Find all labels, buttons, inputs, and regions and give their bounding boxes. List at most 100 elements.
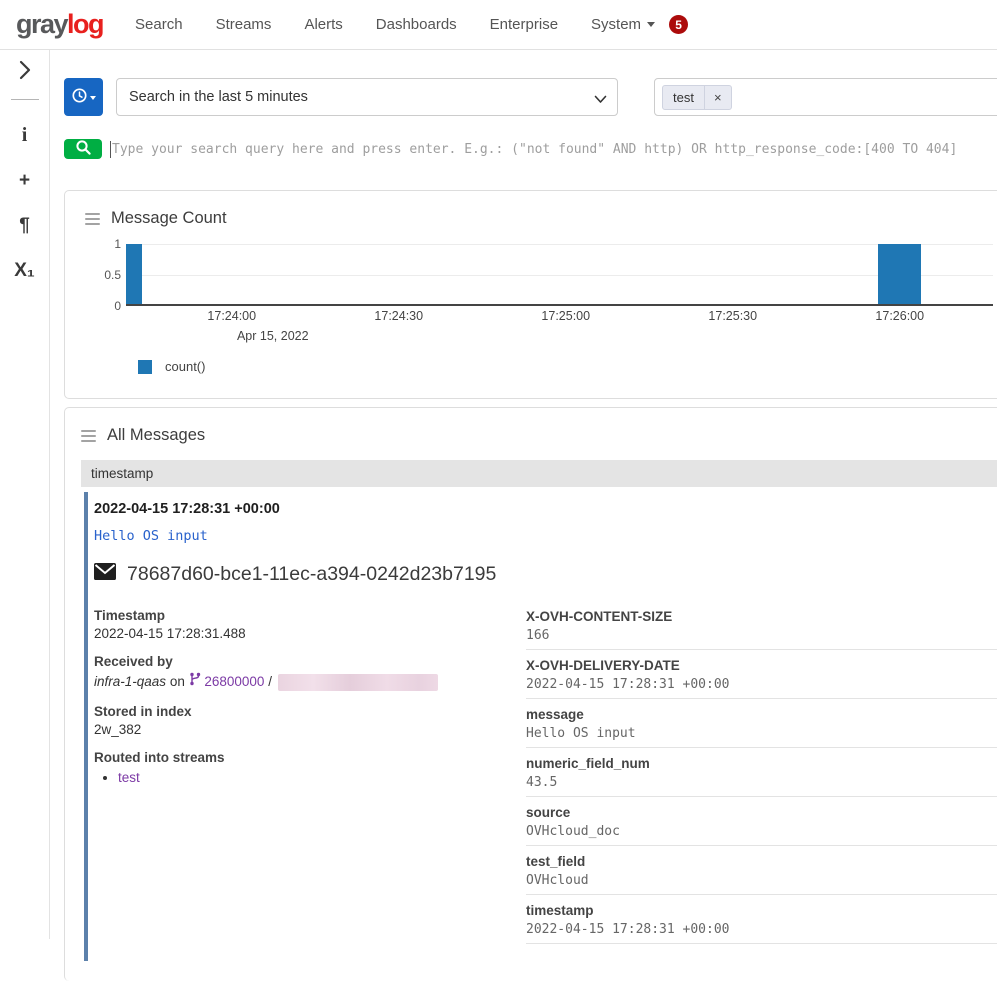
nav-item-dashboards[interactable]: Dashboards: [376, 16, 457, 33]
y-tick-label: 0: [114, 299, 121, 313]
x-tick-label: 17:25:30: [708, 309, 757, 323]
field-value: OVHcloud: [526, 872, 997, 889]
column-header-timestamp[interactable]: timestamp: [81, 460, 997, 487]
timerange-select[interactable]: Search in the last 5 minutes: [116, 78, 618, 116]
gridline: [126, 275, 993, 276]
bar-17:23:40: [126, 244, 142, 304]
message-field-X-OVH-CONTENT-SIZE: X-OVH-CONTENT-SIZE 166: [526, 608, 997, 650]
clock-icon: [72, 88, 87, 106]
x-tick-label: 17:24:00: [207, 309, 256, 323]
message-field-message: message Hello OS input: [526, 706, 997, 748]
timestamp-label: Timestamp: [94, 608, 504, 623]
chevron-down-icon: [647, 22, 655, 31]
field-value: 43.5: [526, 774, 997, 791]
nav-item-streams[interactable]: Streams: [216, 16, 272, 33]
stream-tag-test[interactable]: test×: [662, 85, 732, 110]
x-tick-label: 17:24:30: [374, 309, 423, 323]
notification-count-badge[interactable]: 5: [669, 15, 688, 34]
timestamp-value: 2022-04-15 17:28:31.488: [94, 626, 504, 641]
top-navbar: graylog Search Streams Alerts Dashboards Ent…: [0, 0, 997, 50]
message-metadata-column: Timestamp 2022-04-15 17:28:31.488 Receiv…: [94, 608, 504, 951]
field-divider: [526, 894, 997, 895]
message-row: 2022-04-15 17:28:31 +00:00 Hello OS inpu…: [84, 492, 997, 961]
search-query-input[interactable]: [112, 142, 997, 157]
gridline: [126, 244, 993, 245]
field-value: Hello OS input: [526, 725, 997, 742]
message-count-chart[interactable]: 10.50 17:24:0017:24:3017:25:0017:25:3017…: [85, 244, 993, 374]
stream-link-test[interactable]: test: [118, 770, 140, 785]
chart-plot-area[interactable]: [126, 244, 993, 306]
x-tick-label: 17:26:00: [875, 309, 924, 323]
code-branch-icon: [189, 674, 205, 689]
field-divider: [526, 796, 997, 797]
field-value: OVHcloud_doc: [526, 823, 997, 840]
search-controls-row: Search in the last 5 minutes test×: [64, 78, 997, 116]
message-detail-title: 78687d60-bce1-11ec-a394-0242d23b7195: [94, 563, 997, 586]
field-divider: [526, 747, 997, 748]
left-sidebar: i + ¶ X₁: [0, 50, 50, 939]
widget-title: All Messages: [107, 426, 205, 445]
bar-17:26:00: [878, 244, 921, 304]
received-by-label: Received by: [94, 654, 504, 669]
message-field-source: source OVHcloud_doc: [526, 804, 997, 846]
x-tick-label: 17:25:00: [541, 309, 590, 323]
paragraph-icon[interactable]: ¶: [0, 203, 49, 248]
chart-x-date-label: Apr 15, 2022: [237, 329, 309, 343]
received-by-value: infra-1-qaas on 26800000 /: [94, 672, 504, 691]
chart-y-axis: 10.50: [85, 244, 121, 306]
stored-in-index-value: 2w_382: [94, 722, 504, 737]
nav-item-system[interactable]: System: [591, 16, 655, 33]
subscript-icon[interactable]: X₁: [0, 248, 49, 293]
message-fields: X-OVH-CONTENT-SIZE 166 X-OVH-DELIVERY-DATE…: [526, 608, 997, 951]
widget-title: Message Count: [111, 209, 227, 228]
stream-filter-input[interactable]: test×: [654, 78, 997, 116]
field-name[interactable]: source: [526, 804, 997, 821]
field-name[interactable]: X-OVH-DELIVERY-DATE: [526, 657, 997, 674]
text-cursor: [110, 141, 111, 158]
nav-item-search[interactable]: Search: [135, 16, 183, 33]
input-id-link[interactable]: 26800000: [204, 674, 264, 689]
legend-swatch: [138, 360, 152, 374]
streams-list: test: [118, 770, 504, 785]
timerange-type-button[interactable]: [64, 78, 103, 116]
message-field-numeric_field_num: numeric_field_num 43.5: [526, 755, 997, 797]
field-divider: [526, 845, 997, 846]
y-tick-label: 1: [114, 237, 121, 251]
field-name[interactable]: test_field: [526, 853, 997, 870]
routed-into-streams-label: Routed into streams: [94, 750, 504, 765]
envelope-icon: [94, 563, 116, 586]
message-field-test_field: test_field OVHcloud: [526, 853, 997, 895]
search-button[interactable]: [64, 139, 102, 159]
info-icon[interactable]: i: [0, 113, 49, 158]
drag-handle-icon[interactable]: [81, 428, 96, 444]
message-preview[interactable]: Hello OS input: [94, 528, 997, 544]
field-name[interactable]: numeric_field_num: [526, 755, 997, 772]
close-icon[interactable]: ×: [704, 86, 731, 109]
chart-x-axis: 17:24:00 17:24:30 17:25:00 17:25:30 17:26:00: [126, 309, 993, 329]
field-name[interactable]: X-OVH-CONTENT-SIZE: [526, 608, 997, 625]
stream-list-item: test: [118, 770, 504, 785]
chevron-down-icon: [90, 96, 96, 103]
message-id: 78687d60-bce1-11ec-a394-0242d23b7195: [127, 563, 496, 586]
sidebar-divider: [11, 99, 39, 100]
add-icon[interactable]: +: [0, 158, 49, 203]
y-tick-label: 0.5: [104, 268, 121, 282]
nav-item-alerts[interactable]: Alerts: [304, 16, 342, 33]
field-value: 2022-04-15 17:28:31 +00:00: [526, 921, 997, 938]
field-value: 166: [526, 627, 997, 644]
nav-item-enterprise[interactable]: Enterprise: [490, 16, 558, 33]
message-field-X-OVH-DELIVERY-DATE: X-OVH-DELIVERY-DATE 2022-04-15 17:28:31 +…: [526, 657, 997, 699]
message-timestamp-cell[interactable]: 2022-04-15 17:28:31 +00:00: [94, 501, 997, 517]
drag-handle-icon[interactable]: [85, 211, 100, 227]
field-divider: [526, 943, 997, 944]
field-name[interactable]: timestamp: [526, 902, 997, 919]
field-value: 2022-04-15 17:28:31 +00:00: [526, 676, 997, 693]
search-icon: [75, 139, 92, 159]
graylog-logo[interactable]: graylog: [16, 9, 103, 40]
expand-sidebar-chevron-icon[interactable]: [19, 60, 31, 85]
message-field-timestamp: timestamp 2022-04-15 17:28:31 +00:00: [526, 902, 997, 944]
field-name[interactable]: message: [526, 706, 997, 723]
message-count-widget: Message Count 10.50 17:24:0017:24:3017:2…: [64, 190, 997, 399]
chart-legend-count[interactable]: count(): [138, 359, 993, 374]
field-divider: [526, 649, 997, 650]
